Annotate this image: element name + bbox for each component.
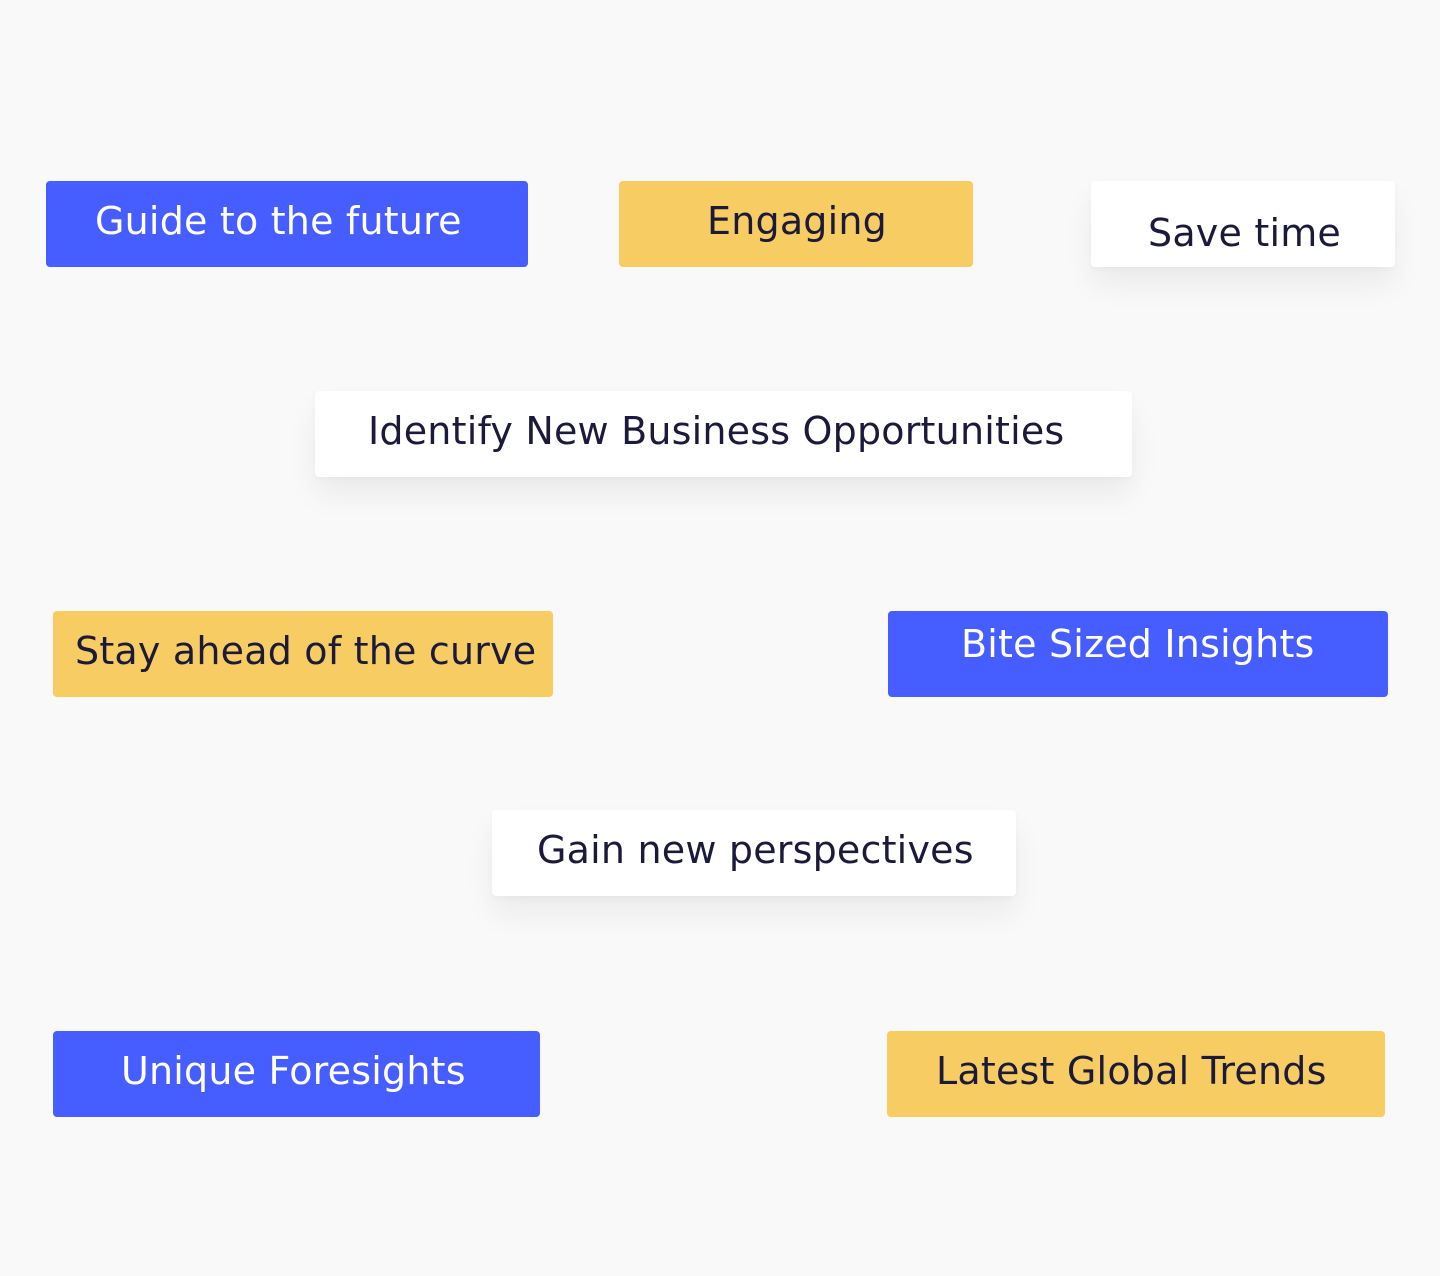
tag-latest-global-trends: Latest Global Trends	[887, 1031, 1385, 1117]
tag-unique-foresights: Unique Foresights	[53, 1031, 540, 1117]
tag-stay-ahead-of-the-curve: Stay ahead of the curve	[53, 611, 553, 697]
tag-identify-new-business-opportunities: Identify New Business Opportunities	[315, 391, 1132, 477]
tag-label: Unique Foresights	[121, 1048, 466, 1093]
tag-save-time: Save time	[1091, 181, 1395, 267]
tag-label: Gain new perspectives	[537, 828, 974, 873]
tag-label: Engaging	[707, 198, 887, 243]
tag-gain-new-perspectives: Gain new perspectives	[492, 810, 1016, 896]
tag-label: Save time	[1148, 210, 1342, 255]
tag-label: Identify New Business Opportunities	[368, 409, 1065, 454]
tag-bite-sized-insights: Bite Sized Insights	[888, 611, 1388, 697]
tag-engaging: Engaging	[619, 181, 973, 267]
tag-label: Latest Global Trends	[936, 1048, 1327, 1093]
tag-label: Stay ahead of the curve	[75, 628, 537, 673]
tag-guide-to-the-future: Guide to the future	[46, 181, 528, 267]
tag-label: Guide to the future	[95, 198, 462, 243]
tag-label: Bite Sized Insights	[961, 621, 1315, 666]
